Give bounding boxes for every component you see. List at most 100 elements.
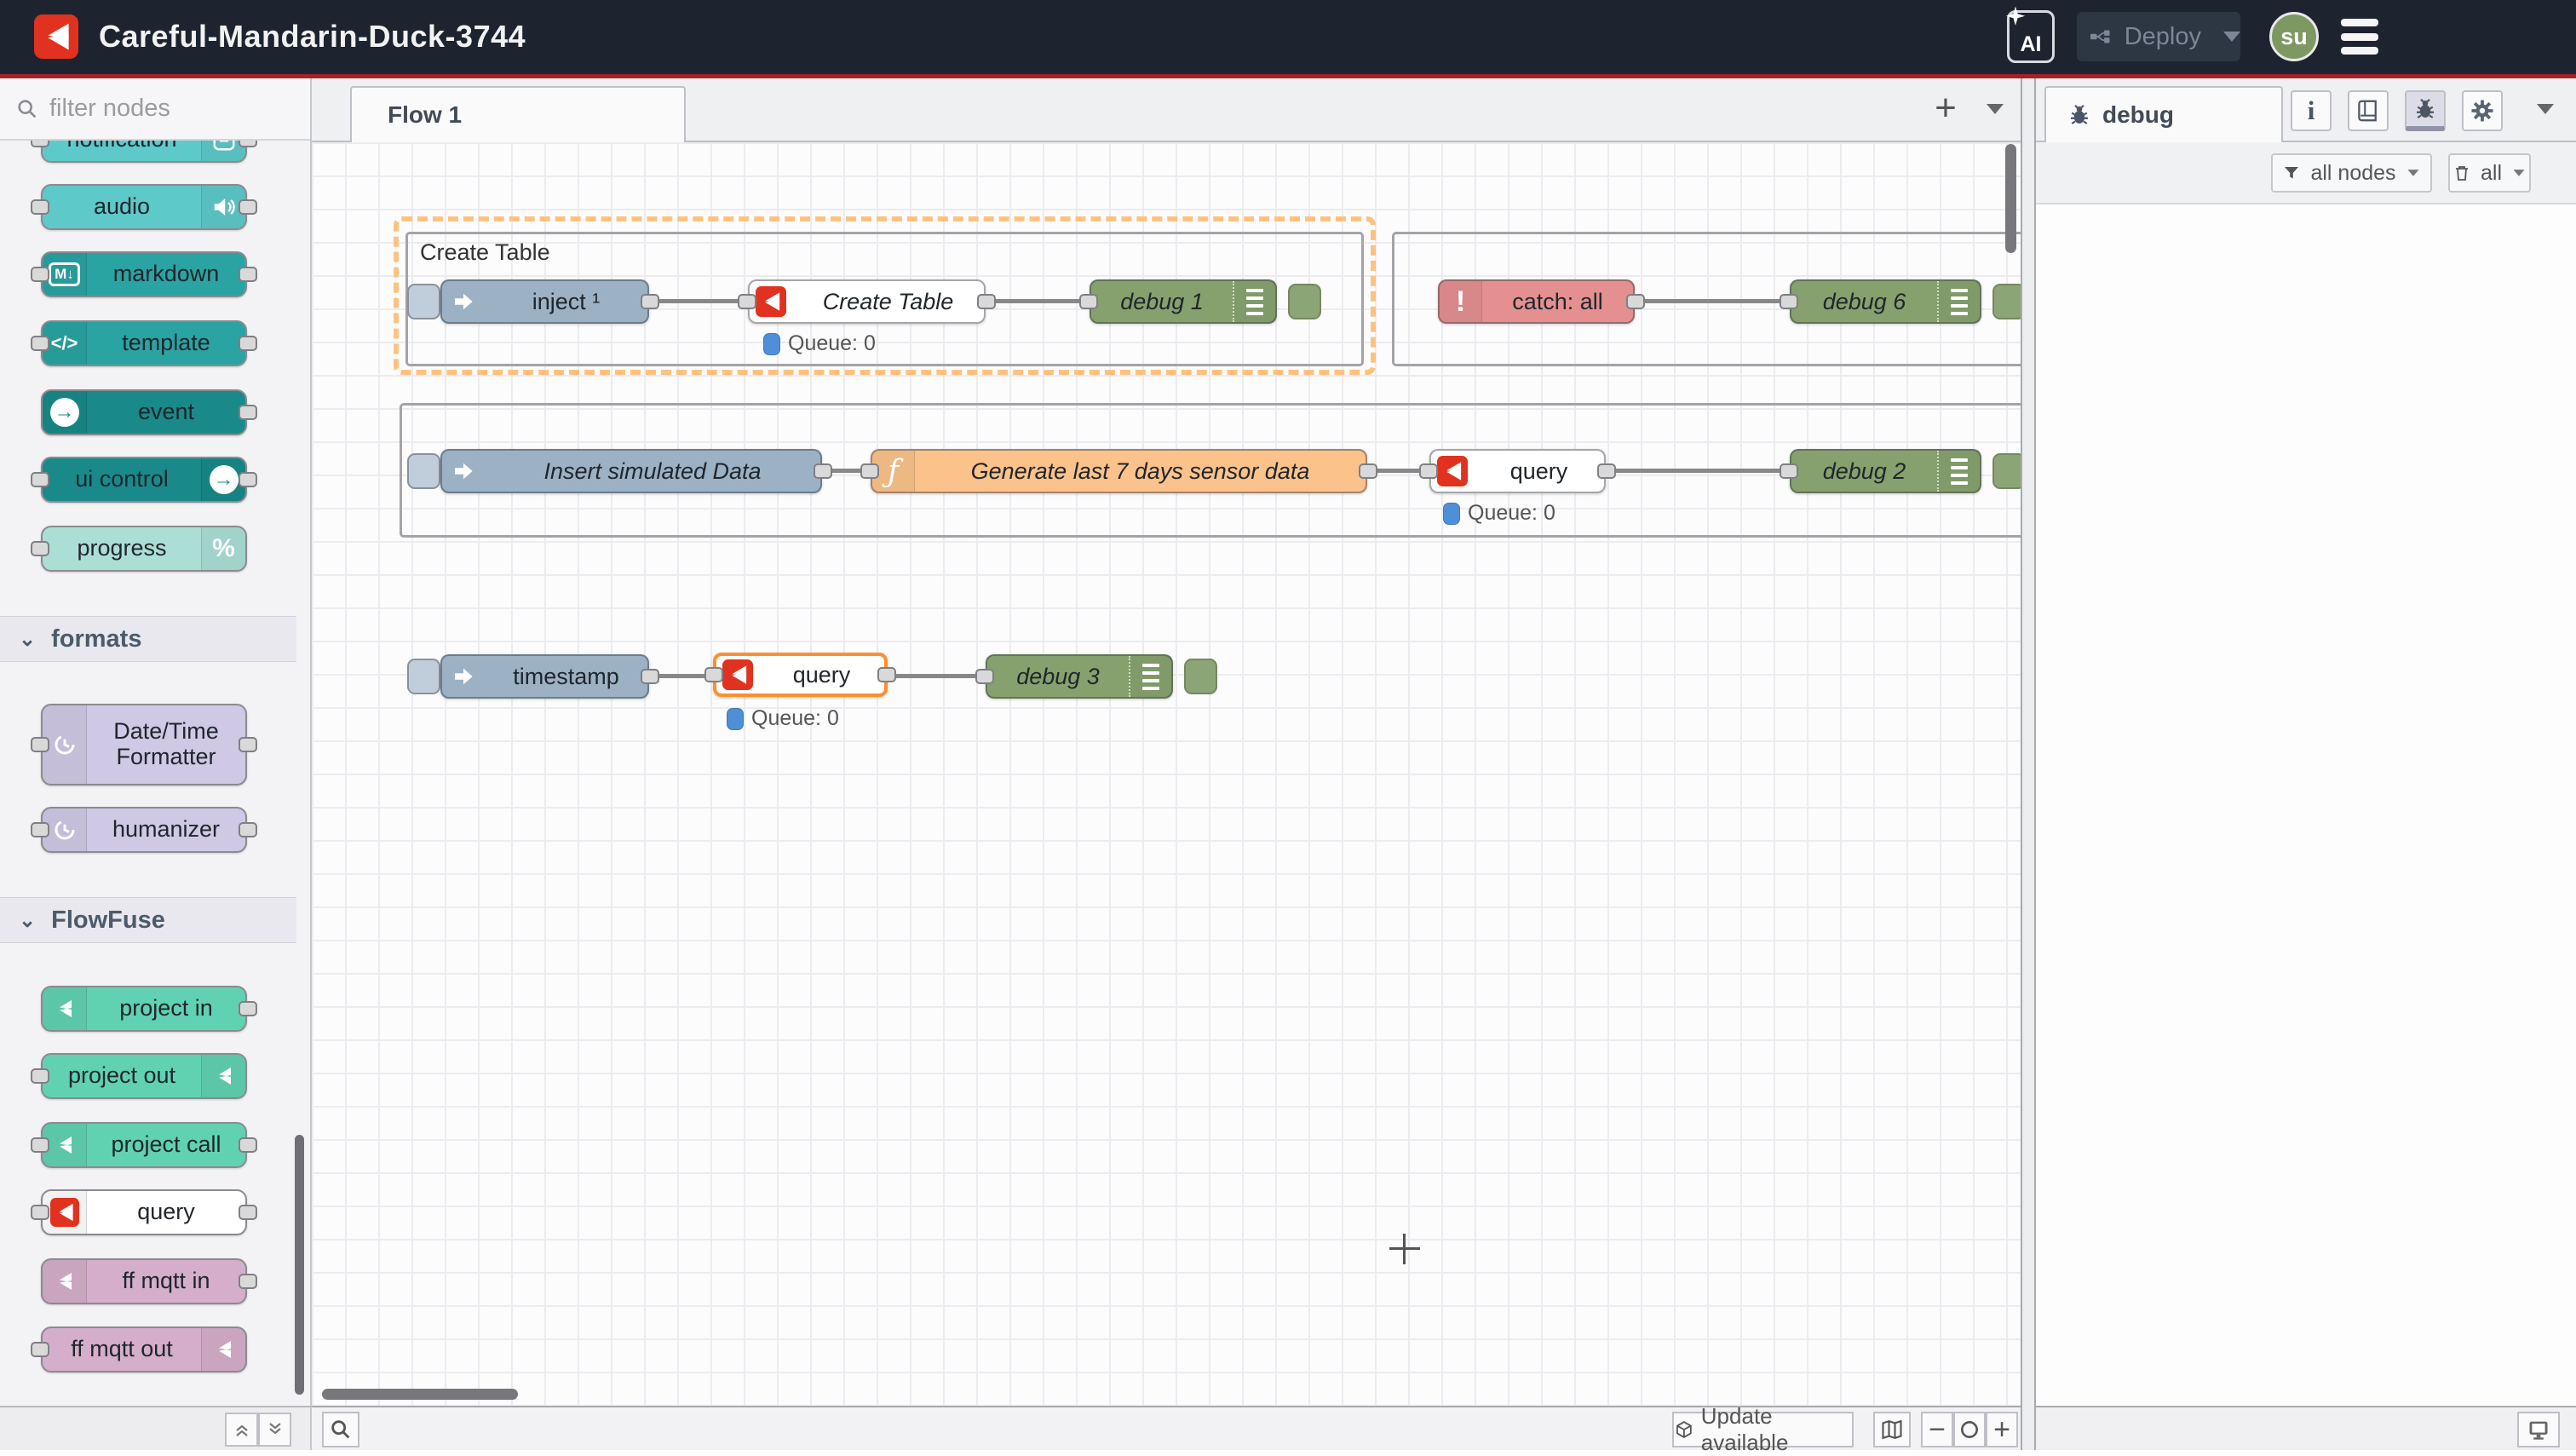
navigator-button[interactable] — [1873, 1412, 1911, 1447]
debug-tab-button[interactable] — [2405, 90, 2446, 131]
palette-section-formats[interactable]: ⌄ formats — [0, 616, 296, 662]
input-port[interactable] — [738, 294, 756, 309]
palette-node-markdown[interactable]: M↓ markdown — [41, 251, 247, 297]
debug-toggle-button[interactable] — [1184, 659, 1217, 694]
config-tab-button[interactable] — [2462, 90, 2503, 131]
debug-messages-panel[interactable] — [2036, 204, 2576, 1406]
sidebar-tabs-caret-icon[interactable] — [2537, 104, 2554, 114]
output-port[interactable] — [977, 294, 996, 309]
main-menu-button[interactable] — [2341, 19, 2378, 55]
canvas-vertical-scrollbar[interactable] — [2005, 144, 2016, 253]
add-flow-button[interactable]: + — [1926, 87, 1965, 131]
node-timestamp[interactable]: timestamp — [440, 654, 649, 699]
user-avatar[interactable]: su — [2269, 12, 2319, 61]
output-port[interactable] — [641, 294, 659, 309]
inject-button[interactable] — [407, 284, 440, 319]
output-port[interactable] — [1597, 463, 1616, 479]
inject-button[interactable] — [407, 453, 440, 489]
inject-button[interactable] — [407, 659, 440, 694]
wire[interactable] — [1630, 299, 1796, 303]
flow-canvas[interactable]: Flow 1 + Create Table inject ¹ — [312, 78, 2021, 1450]
input-port[interactable] — [1419, 463, 1438, 479]
flow-list-caret-icon[interactable] — [1987, 104, 2004, 114]
palette-node-ff-mqtt-out[interactable]: ff mqtt out — [41, 1327, 247, 1373]
palette-node-ff-mqtt-in[interactable]: ff mqtt in — [41, 1258, 247, 1304]
debug-toolbar: all nodes all — [2036, 142, 2576, 204]
canvas-search-button[interactable] — [322, 1412, 359, 1447]
input-port[interactable] — [975, 669, 994, 684]
palette-expand-all-button[interactable] — [258, 1413, 291, 1447]
zoom-in-button[interactable]: + — [1986, 1412, 2018, 1447]
canvas-horizontal-scrollbar[interactable] — [322, 1389, 518, 1400]
output-port[interactable] — [877, 667, 896, 682]
palette-node-project-out[interactable]: project out — [41, 1053, 247, 1099]
wire[interactable] — [883, 674, 991, 678]
input-port[interactable] — [704, 667, 723, 682]
wire[interactable] — [1601, 469, 1795, 473]
wire[interactable] — [980, 299, 1095, 303]
palette-collapse-all-button[interactable] — [225, 1413, 258, 1447]
info-tab-button[interactable]: i — [2291, 90, 2332, 131]
palette-node-event[interactable]: → event — [41, 389, 247, 435]
zoom-out-button[interactable]: − — [1921, 1412, 1953, 1447]
debug-toggle-button[interactable] — [1288, 284, 1321, 319]
output-port[interactable] — [1359, 463, 1377, 479]
node-inject1[interactable]: inject ¹ — [440, 279, 649, 324]
tab-flow1[interactable]: Flow 1 — [350, 86, 686, 142]
node-query3-selected[interactable]: query — [713, 653, 888, 697]
cube-icon — [1674, 1419, 1694, 1441]
palette-section-flowfuse[interactable]: ⌄ FlowFuse — [0, 897, 296, 943]
palette-node-audio[interactable]: audio — [41, 184, 247, 230]
tab-debug[interactable]: debug — [2044, 86, 2283, 142]
input-port[interactable] — [860, 463, 879, 479]
wire[interactable] — [644, 299, 753, 303]
deploy-caret-icon[interactable] — [2223, 32, 2240, 42]
node-generate-sensor-data[interactable]: ƒ Generate last 7 days sensor data — [871, 449, 1367, 493]
canvas-grid[interactable]: Create Table inject ¹ Create Table — [312, 142, 2021, 1406]
deploy-icon — [2090, 25, 2113, 49]
output-port[interactable] — [1626, 294, 1645, 309]
search-icon — [329, 1418, 353, 1442]
debug-toggle-button[interactable] — [1992, 284, 2021, 319]
debug-toggle-button[interactable] — [1992, 453, 2021, 489]
palette-node-query[interactable]: query — [41, 1189, 247, 1235]
port — [239, 336, 257, 351]
sidebar-splitter[interactable] — [2021, 78, 2036, 1450]
ai-assistant-button[interactable]: AI — [2007, 10, 2055, 63]
input-port[interactable] — [1780, 463, 1798, 479]
input-port[interactable] — [1780, 294, 1798, 309]
right-sidebar: debug i all nodes all — [2036, 78, 2576, 1450]
palette-node-progress[interactable]: progress % — [41, 526, 247, 572]
output-port[interactable] — [814, 463, 832, 479]
update-available-button[interactable]: Update available — [1672, 1412, 1854, 1447]
palette-search[interactable] — [0, 78, 310, 141]
debug-filter-button[interactable]: all nodes — [2271, 153, 2432, 193]
input-port[interactable] — [1079, 294, 1098, 309]
palette-node-datetime-formatter[interactable]: Date/Time Formatter — [41, 704, 247, 786]
node-create-table-query[interactable]: Create Table — [748, 279, 986, 324]
port — [31, 1205, 49, 1220]
palette-scrollbar[interactable] — [295, 1135, 304, 1395]
node-label: timestamp — [485, 664, 647, 690]
node-insert-simulated-data[interactable]: Insert simulated Data — [440, 449, 822, 493]
node-debug3[interactable]: debug 3 — [986, 654, 1173, 699]
node-query2[interactable]: query — [1429, 449, 1606, 493]
palette-node-project-in[interactable]: project in — [41, 986, 247, 1032]
palette-node-humanizer[interactable]: humanizer — [41, 807, 247, 853]
open-window-button[interactable] — [2517, 1412, 2560, 1447]
port — [239, 405, 257, 420]
node-debug2[interactable]: debug 2 — [1790, 449, 1981, 493]
zoom-reset-button[interactable] — [1953, 1412, 1986, 1447]
deploy-button[interactable]: Deploy — [2077, 12, 2240, 61]
output-port[interactable] — [641, 669, 659, 684]
palette-filter-input[interactable] — [49, 95, 279, 123]
palette-node-label: project out — [43, 1063, 201, 1089]
palette-node-template[interactable]: </> template — [41, 320, 247, 366]
node-debug1[interactable]: debug 1 — [1090, 279, 1277, 324]
node-catch-all[interactable]: ! catch: all — [1438, 279, 1635, 324]
debug-clear-button[interactable]: all — [2448, 153, 2531, 193]
help-tab-button[interactable] — [2348, 90, 2389, 131]
node-debug6[interactable]: debug 6 — [1790, 279, 1981, 324]
palette-node-project-call[interactable]: project call — [41, 1122, 247, 1168]
palette-node-ui-control[interactable]: ui control → — [41, 457, 247, 503]
